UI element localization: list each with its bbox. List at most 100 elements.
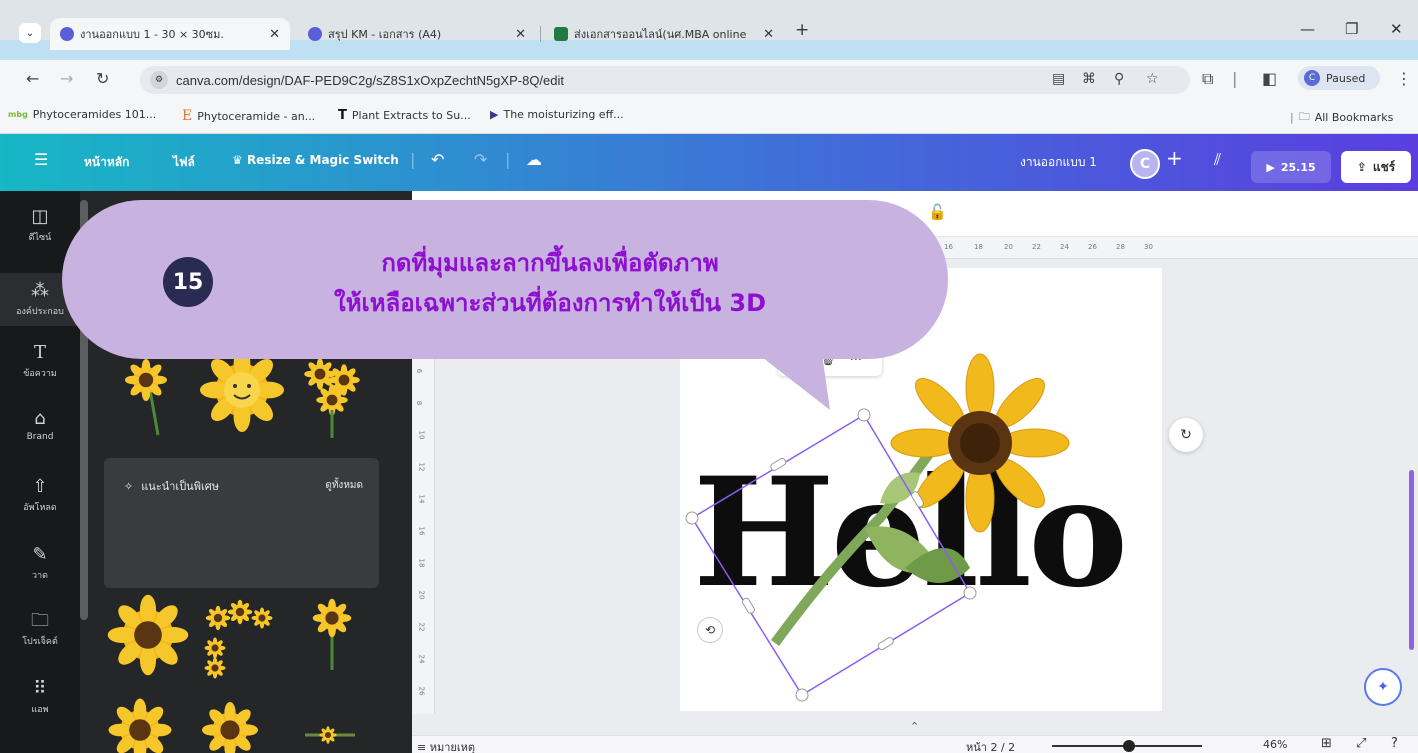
zoom-slider-knob[interactable] bbox=[1122, 740, 1135, 752]
ruler-tick-label: 28 bbox=[1116, 243, 1125, 251]
crop-corner-handle[interactable] bbox=[857, 408, 871, 422]
profile-paused-button[interactable]: C Paused bbox=[1298, 66, 1380, 90]
hamburger-menu-icon[interactable]: ☰ bbox=[34, 150, 48, 169]
close-icon[interactable]: ✕ bbox=[269, 27, 280, 42]
cloud-saved-icon[interactable]: ☁ bbox=[526, 150, 542, 169]
ruler-tick-label: 22 bbox=[417, 622, 426, 632]
fullscreen-icon[interactable]: ⤢ bbox=[1356, 736, 1366, 751]
side-panel-icon[interactable]: ◧ bbox=[1262, 69, 1277, 88]
sunflower-thumb[interactable] bbox=[125, 359, 167, 436]
tab-canva-design[interactable]: งานออกแบบ 1 - 30 × 30ซม. ✕ bbox=[50, 18, 290, 50]
zoom-icon[interactable]: ⚲ bbox=[1114, 71, 1124, 87]
toolbar-divider: | bbox=[1290, 111, 1294, 124]
ruler-tick-label: 26 bbox=[417, 686, 426, 696]
play-icon: ▶ bbox=[1266, 160, 1275, 174]
bookmark-item[interactable]: mbg Phytoceramides 101... bbox=[8, 108, 156, 121]
design-title[interactable]: งานออกแบบ 1 bbox=[1020, 153, 1097, 172]
file-menu[interactable]: ไฟล์ bbox=[173, 153, 195, 172]
help-icon[interactable]: ? bbox=[1391, 736, 1398, 751]
bookmark-item[interactable]: ▶ The moisturizing eff... bbox=[490, 108, 624, 121]
crop-edge-handle[interactable] bbox=[770, 457, 787, 471]
ruler-tick-label: 30 bbox=[1144, 243, 1153, 251]
rail-item-design[interactable]: ◫ ดีไซน์ bbox=[0, 207, 80, 244]
new-tab-button[interactable]: + bbox=[795, 20, 809, 40]
bookmark-item[interactable]: T Plant Extracts to Su... bbox=[338, 108, 471, 123]
rotate-icon[interactable]: ⟲ bbox=[697, 617, 723, 643]
back-icon[interactable]: ← bbox=[26, 69, 39, 88]
site-info-icon[interactable]: ⚙ bbox=[150, 71, 168, 89]
zoom-level[interactable]: 46% bbox=[1263, 738, 1287, 751]
redo-icon[interactable]: ↷ bbox=[474, 150, 487, 169]
page-indicator[interactable]: หน้า 2 / 2 bbox=[966, 738, 1015, 753]
bookmark-item[interactable]: E Phytoceramide - an... bbox=[182, 108, 315, 124]
zoom-slider[interactable] bbox=[1052, 740, 1202, 752]
grid-view-icon[interactable]: ⊞ bbox=[1321, 736, 1332, 751]
smiling-sun-thumb[interactable] bbox=[200, 350, 284, 432]
draw-icon: ✎ bbox=[32, 544, 48, 565]
recommended-label: แนะนำเป็นพิเศษ bbox=[141, 480, 219, 493]
refresh-icon[interactable]: ↻ bbox=[1169, 418, 1203, 452]
upload-icon: ⇧ bbox=[32, 476, 48, 497]
sunflower-garland-thumb[interactable] bbox=[204, 599, 273, 679]
ruler-tick-label: 8 bbox=[415, 400, 424, 406]
editor-scrollbar[interactable] bbox=[1409, 470, 1414, 650]
bookmark-star-icon[interactable]: ☆ bbox=[1146, 71, 1159, 87]
reload-icon[interactable]: ↻ bbox=[96, 69, 109, 88]
rail-item-draw[interactable]: ✎ วาด bbox=[0, 545, 80, 582]
magic-assistant-icon[interactable]: ✦ bbox=[1364, 668, 1402, 706]
present-time: 25.15 bbox=[1280, 160, 1316, 174]
home-link[interactable]: หน้าหลัก bbox=[84, 153, 129, 172]
sunflower-thumb[interactable] bbox=[202, 702, 258, 753]
tab-search-button[interactable]: ⌄ bbox=[19, 23, 41, 43]
share-label: แชร์ bbox=[1372, 159, 1396, 174]
see-all-link[interactable]: ดูทั้งหมด bbox=[325, 478, 363, 493]
tab-excel-submission[interactable]: ส่งเอกสารออนไลน์(นศ.MBA online ✕ bbox=[544, 18, 784, 50]
present-button[interactable]: ▶ 25.15 bbox=[1251, 151, 1331, 183]
resize-magic-switch-button[interactable]: ♛ Resize & Magic Switch bbox=[232, 153, 399, 167]
close-icon[interactable]: ✕ bbox=[515, 27, 526, 42]
rail-item-text[interactable]: T ข้อความ bbox=[0, 343, 80, 380]
forward-icon[interactable]: → bbox=[60, 69, 73, 88]
sunflower-thumb[interactable] bbox=[107, 594, 189, 676]
tab-km-document[interactable]: สรุป KM - เอกสาร (A4) ✕ bbox=[298, 18, 536, 50]
omnibox[interactable]: ⚙ canva.com/design/DAF-PED9C2g/sZ8S1xOxp… bbox=[140, 66, 1190, 94]
design-icon: ◫ bbox=[31, 206, 49, 227]
share-button[interactable]: ⇪ แชร์ bbox=[1341, 151, 1411, 183]
lock-icon[interactable]: 🔓 bbox=[928, 203, 947, 221]
ruler-tick-label: 18 bbox=[417, 558, 426, 568]
all-bookmarks-label: All Bookmarks bbox=[1314, 111, 1394, 124]
crop-edge-handle[interactable] bbox=[877, 636, 894, 651]
rail-item-upload[interactable]: ⇧ อัพโหลด bbox=[0, 477, 80, 514]
recommended-section: ✧ แนะนำเป็นพิเศษ ดูทั้งหมด bbox=[104, 458, 379, 588]
add-collaborator-icon[interactable]: + bbox=[1166, 146, 1183, 170]
avatar[interactable]: C bbox=[1130, 149, 1160, 179]
minimize-icon[interactable]: — bbox=[1300, 20, 1315, 38]
crop-edge-handle[interactable] bbox=[741, 597, 755, 614]
notes-button[interactable]: ≡ หมายเหตุ bbox=[417, 738, 475, 753]
rail-label: ข้อความ bbox=[23, 369, 57, 379]
restore-icon[interactable]: ❐ bbox=[1345, 20, 1358, 38]
all-bookmarks-button[interactable]: | 🗀 All Bookmarks bbox=[1290, 108, 1393, 127]
crop-corner-handle[interactable] bbox=[685, 511, 699, 525]
sunflower-bouquet-thumb[interactable] bbox=[304, 358, 360, 438]
crop-corner-handle[interactable] bbox=[795, 688, 809, 702]
sunflower-stem-thumb[interactable] bbox=[312, 598, 352, 670]
rail-item-projects[interactable]: 🗀 โปรเจ็คต์ bbox=[0, 611, 80, 648]
translate-icon[interactable]: ⌘ bbox=[1082, 71, 1096, 87]
tab-title: ส่งเอกสารออนไลน์(นศ.MBA online bbox=[574, 28, 747, 41]
sunflower-thumb[interactable] bbox=[108, 698, 172, 753]
chevron-up-icon[interactable]: ⌃ bbox=[910, 720, 919, 733]
crop-corner-handle[interactable] bbox=[963, 586, 977, 600]
extensions-icon[interactable]: ⧉ bbox=[1202, 69, 1213, 89]
rail-item-apps[interactable]: ⠿ แอพ bbox=[0, 679, 80, 716]
insights-icon[interactable]: ⫽ bbox=[1214, 150, 1221, 170]
undo-icon[interactable]: ↶ bbox=[431, 150, 444, 169]
browser-menu-icon[interactable]: ⋮ bbox=[1396, 69, 1412, 88]
url-text[interactable]: canva.com/design/DAF-PED9C2g/sZ8S1xOxpZe… bbox=[176, 73, 564, 88]
install-app-icon[interactable]: ▤ bbox=[1052, 71, 1065, 87]
close-icon[interactable]: ✕ bbox=[763, 27, 774, 42]
rail-item-brand[interactable]: ⌂ Brand bbox=[0, 409, 80, 443]
window-close-icon[interactable]: ✕ bbox=[1390, 20, 1403, 38]
rail-label: วาด bbox=[32, 571, 48, 581]
sunflower-branch-thumb[interactable] bbox=[305, 726, 355, 744]
